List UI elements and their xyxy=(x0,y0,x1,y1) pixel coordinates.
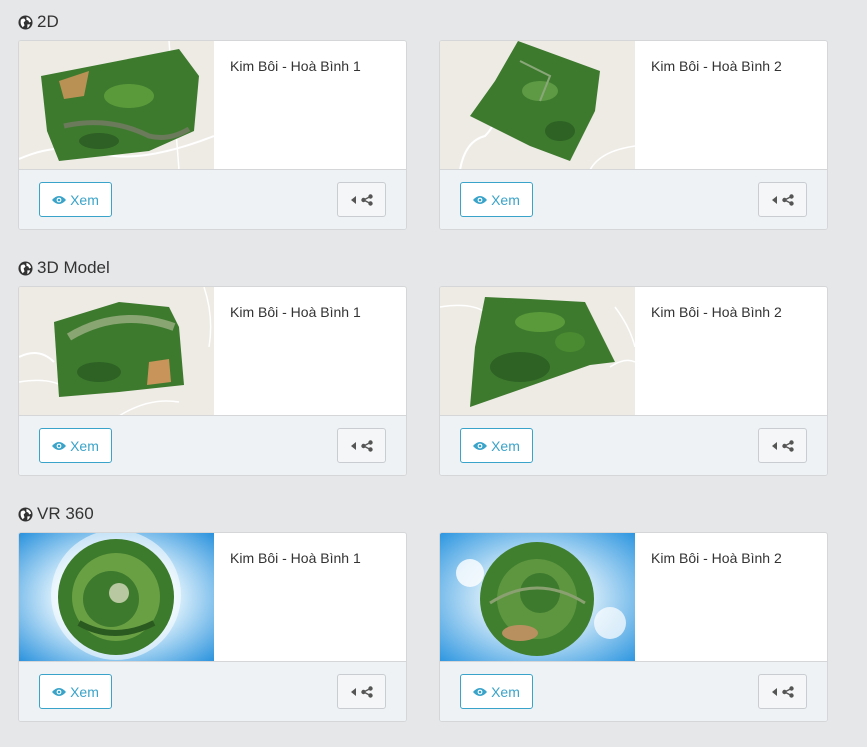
section-title-label: 3D Model xyxy=(37,258,110,277)
map-thumbnail[interactable] xyxy=(440,41,635,170)
eye-icon xyxy=(473,195,488,205)
view-button[interactable]: Xem xyxy=(39,674,112,709)
map-thumbnail[interactable] xyxy=(19,41,214,170)
project-name: Kim Bôi - Hoà Bình 2 xyxy=(651,304,782,320)
project-name: Kim Bôi - Hoà Bình 1 xyxy=(230,58,361,74)
section-title-vr-360: VR 360 xyxy=(18,504,94,524)
section-title-3d-model: 3D Model xyxy=(18,258,110,278)
share-icon xyxy=(360,193,373,206)
view-button-label: Xem xyxy=(70,191,99,208)
caret-left-icon xyxy=(771,195,777,204)
globe-icon xyxy=(18,260,33,276)
view-button[interactable]: Xem xyxy=(39,182,112,217)
card-footer: Xem xyxy=(19,661,406,721)
map-thumbnail[interactable] xyxy=(440,287,635,416)
globe-icon xyxy=(18,506,33,522)
project-card: Kim Bôi - Hoà Bình 1 Xem xyxy=(18,532,407,722)
project-card: Kim Bôi - Hoà Bình 2 Xem xyxy=(439,286,828,476)
section-title-label: 2D xyxy=(37,12,59,31)
caret-left-icon xyxy=(350,195,356,204)
view-button-label: Xem xyxy=(491,683,520,700)
project-card: Kim Bôi - Hoà Bình 1 Xem xyxy=(18,40,407,230)
share-button[interactable] xyxy=(758,428,807,463)
caret-left-icon xyxy=(771,687,777,696)
view-button[interactable]: Xem xyxy=(39,428,112,463)
project-card: Kim Bôi - Hoà Bình 1 Xem xyxy=(18,286,407,476)
map-thumbnail[interactable] xyxy=(19,287,214,416)
panorama-thumbnail[interactable] xyxy=(440,533,635,662)
project-name: Kim Bôi - Hoà Bình 1 xyxy=(230,550,361,566)
share-button[interactable] xyxy=(758,182,807,217)
caret-left-icon xyxy=(771,441,777,450)
share-icon xyxy=(360,685,373,698)
share-button[interactable] xyxy=(758,674,807,709)
project-card: Kim Bôi - Hoà Bình 2 Xem xyxy=(439,532,828,722)
card-footer: Xem xyxy=(440,661,827,721)
globe-icon xyxy=(18,14,33,30)
view-button-label: Xem xyxy=(70,683,99,700)
section-title-label: VR 360 xyxy=(37,504,94,523)
share-icon xyxy=(781,439,794,452)
card-footer: Xem xyxy=(19,169,406,229)
view-button-label: Xem xyxy=(491,437,520,454)
caret-left-icon xyxy=(350,441,356,450)
section-title-2d: 2D xyxy=(18,12,59,32)
view-button[interactable]: Xem xyxy=(460,428,533,463)
panorama-thumbnail[interactable] xyxy=(19,533,214,662)
eye-icon xyxy=(473,687,488,697)
view-button-label: Xem xyxy=(491,191,520,208)
view-button[interactable]: Xem xyxy=(460,182,533,217)
share-icon xyxy=(781,685,794,698)
share-icon xyxy=(781,193,794,206)
share-button[interactable] xyxy=(337,182,386,217)
view-button[interactable]: Xem xyxy=(460,674,533,709)
share-button[interactable] xyxy=(337,674,386,709)
eye-icon xyxy=(52,195,67,205)
card-footer: Xem xyxy=(440,169,827,229)
project-name: Kim Bôi - Hoà Bình 1 xyxy=(230,304,361,320)
share-button[interactable] xyxy=(337,428,386,463)
card-footer: Xem xyxy=(440,415,827,475)
view-button-label: Xem xyxy=(70,437,99,454)
project-name: Kim Bôi - Hoà Bình 2 xyxy=(651,550,782,566)
eye-icon xyxy=(52,687,67,697)
eye-icon xyxy=(473,441,488,451)
share-icon xyxy=(360,439,373,452)
card-footer: Xem xyxy=(19,415,406,475)
eye-icon xyxy=(52,441,67,451)
project-name: Kim Bôi - Hoà Bình 2 xyxy=(651,58,782,74)
caret-left-icon xyxy=(350,687,356,696)
project-card: Kim Bôi - Hoà Bình 2 Xem xyxy=(439,40,828,230)
